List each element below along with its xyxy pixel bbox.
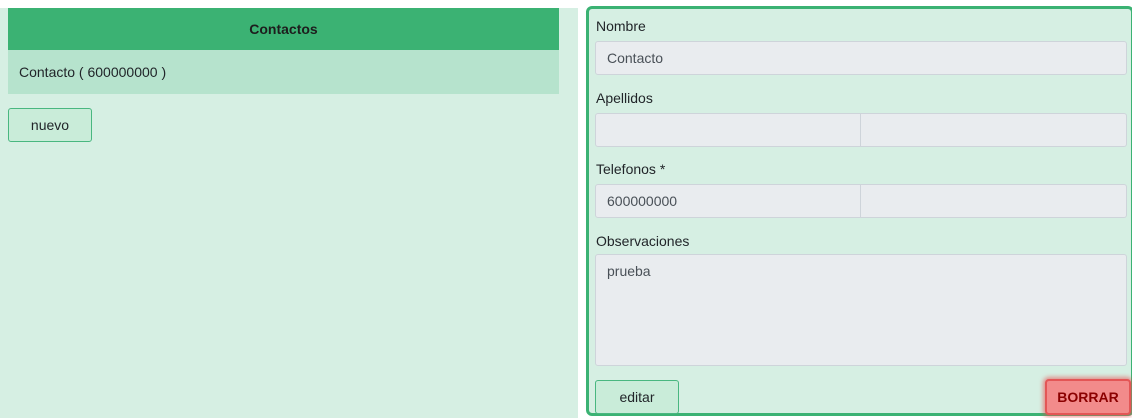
telefono-1-field[interactable]	[595, 184, 861, 218]
nombre-label: Nombre	[596, 18, 646, 34]
nombre-field[interactable]	[595, 41, 1127, 75]
contacts-header: Contactos	[8, 8, 559, 50]
observaciones-field[interactable]: prueba	[595, 254, 1127, 366]
contact-detail-panel: Nombre Apellidos Telefonos * Observacion…	[586, 6, 1132, 416]
contacts-panel: Contactos Contacto ( 600000000 ) nuevo	[0, 8, 578, 418]
edit-button[interactable]: editar	[595, 380, 679, 414]
apellido-2-field[interactable]	[861, 113, 1127, 147]
apellidos-label: Apellidos	[596, 90, 653, 106]
telefono-2-field[interactable]	[861, 184, 1127, 218]
telefonos-label: Telefonos *	[596, 161, 666, 177]
delete-button[interactable]: BORRAR	[1045, 379, 1131, 415]
apellido-1-field[interactable]	[595, 113, 861, 147]
page: Contactos Contacto ( 600000000 ) nuevo N…	[0, 0, 1132, 418]
observaciones-label: Observaciones	[596, 233, 690, 249]
contact-list-item[interactable]: Contacto ( 600000000 )	[8, 50, 559, 94]
new-contact-button[interactable]: nuevo	[8, 108, 92, 142]
